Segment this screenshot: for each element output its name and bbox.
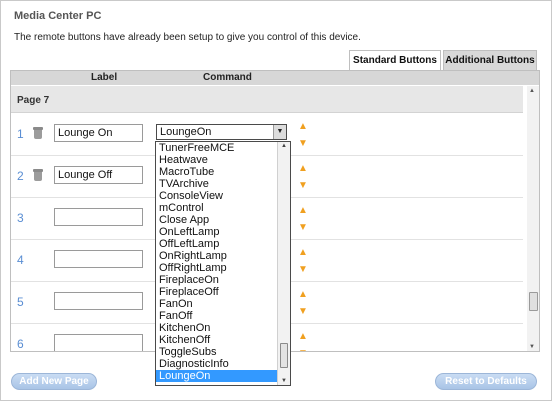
dropdown-option[interactable]: KitchenOff bbox=[156, 334, 290, 346]
arrow-up-icon[interactable]: ▲ bbox=[298, 332, 309, 342]
label-input[interactable] bbox=[54, 334, 143, 351]
scroll-thumb[interactable] bbox=[529, 292, 538, 311]
arrow-up-icon[interactable]: ▲ bbox=[298, 122, 309, 132]
label-input[interactable] bbox=[54, 124, 143, 142]
dropdown-scroll-down-icon[interactable]: ▼ bbox=[281, 378, 287, 384]
label-input[interactable] bbox=[54, 166, 143, 184]
command-select[interactable]: LoungeOn ▼ bbox=[156, 124, 287, 140]
dropdown-option[interactable]: OffLeftLamp bbox=[156, 238, 290, 250]
window-title: Media Center PC bbox=[14, 10, 102, 22]
arrow-down-icon[interactable]: ▼ bbox=[298, 223, 309, 233]
label-input[interactable] bbox=[54, 250, 143, 268]
dropdown-option[interactable]: mControl bbox=[156, 202, 290, 214]
command-select-value: LoungeOn bbox=[160, 126, 212, 138]
chevron-down-icon[interactable]: ▼ bbox=[273, 125, 286, 139]
page-title: Page 7 bbox=[11, 86, 523, 113]
dropdown-scroll-thumb[interactable] bbox=[280, 343, 288, 368]
dropdown-option[interactable]: FireplaceOff bbox=[156, 286, 290, 298]
row-number: 5 bbox=[17, 295, 24, 309]
tab-standard-buttons[interactable]: Standard Buttons bbox=[349, 50, 441, 70]
panel-scrollbar[interactable]: ▲ ▼ bbox=[527, 86, 539, 351]
row-number: 4 bbox=[17, 253, 24, 267]
dropdown-option[interactable]: FireplaceOn bbox=[156, 274, 290, 286]
scroll-down-icon[interactable]: ▼ bbox=[529, 344, 535, 350]
description-text: The remote buttons have already been set… bbox=[14, 32, 361, 43]
row-number: 1 bbox=[17, 127, 24, 141]
dropdown-option[interactable]: OffRightLamp bbox=[156, 262, 290, 274]
arrow-down-icon[interactable]: ▼ bbox=[298, 349, 309, 352]
dropdown-option[interactable]: Heatwave bbox=[156, 154, 290, 166]
dropdown-option[interactable]: Close App bbox=[156, 214, 290, 226]
trash-icon[interactable] bbox=[32, 169, 44, 181]
dropdown-option[interactable]: ConsoleView bbox=[156, 190, 290, 202]
dropdown-option[interactable]: OnRightLamp bbox=[156, 250, 290, 262]
label-input[interactable] bbox=[54, 292, 143, 310]
dropdown-option[interactable]: DiagnosticInfo bbox=[156, 358, 290, 370]
dropdown-option[interactable]: FanOff bbox=[156, 310, 290, 322]
dropdown-scrollbar[interactable]: ▲ ▼ bbox=[277, 142, 290, 385]
dropdown-option[interactable]: KitchenOn bbox=[156, 322, 290, 334]
arrow-down-icon[interactable]: ▼ bbox=[298, 139, 309, 149]
dropdown-option[interactable]: FanOn bbox=[156, 298, 290, 310]
label-column-header: Label bbox=[91, 72, 118, 83]
arrow-up-icon[interactable]: ▲ bbox=[298, 248, 309, 258]
command-dropdown-list[interactable]: TunerFreeMCE Heatwave MacroTube TVArchive Co… bbox=[155, 141, 291, 386]
dropdown-option[interactable]: TVArchive bbox=[156, 178, 290, 190]
dropdown-option[interactable]: MacroTube bbox=[156, 166, 290, 178]
dropdown-option[interactable]: OnLeftLamp bbox=[156, 226, 290, 238]
arrow-up-icon[interactable]: ▲ bbox=[298, 290, 309, 300]
arrow-down-icon[interactable]: ▼ bbox=[298, 307, 309, 317]
trash-icon[interactable] bbox=[32, 127, 44, 139]
scroll-up-icon[interactable]: ▲ bbox=[529, 88, 535, 94]
dropdown-option[interactable]: ToggleSubs bbox=[156, 346, 290, 358]
tab-additional-buttons[interactable]: Additional Buttons bbox=[443, 50, 537, 70]
command-column-header: Command bbox=[203, 72, 252, 83]
reset-to-defaults-button[interactable]: Reset to Defaults bbox=[435, 373, 537, 390]
dropdown-option[interactable]: LoungeOn bbox=[156, 370, 290, 382]
dropdown-scroll-up-icon[interactable]: ▲ bbox=[281, 143, 287, 149]
column-header: Label Command bbox=[11, 71, 539, 85]
add-new-page-button[interactable]: Add New Page bbox=[11, 373, 97, 390]
row-number: 2 bbox=[17, 169, 24, 183]
arrow-down-icon[interactable]: ▼ bbox=[298, 265, 309, 275]
row-number: 3 bbox=[17, 211, 24, 225]
label-input[interactable] bbox=[54, 208, 143, 226]
arrow-up-icon[interactable]: ▲ bbox=[298, 164, 309, 174]
arrow-down-icon[interactable]: ▼ bbox=[298, 181, 309, 191]
arrow-up-icon[interactable]: ▲ bbox=[298, 206, 309, 216]
dropdown-option[interactable]: TunerFreeMCE bbox=[156, 142, 290, 154]
app-frame: Media Center PC The remote buttons have … bbox=[0, 0, 552, 401]
row-number: 6 bbox=[17, 337, 24, 351]
